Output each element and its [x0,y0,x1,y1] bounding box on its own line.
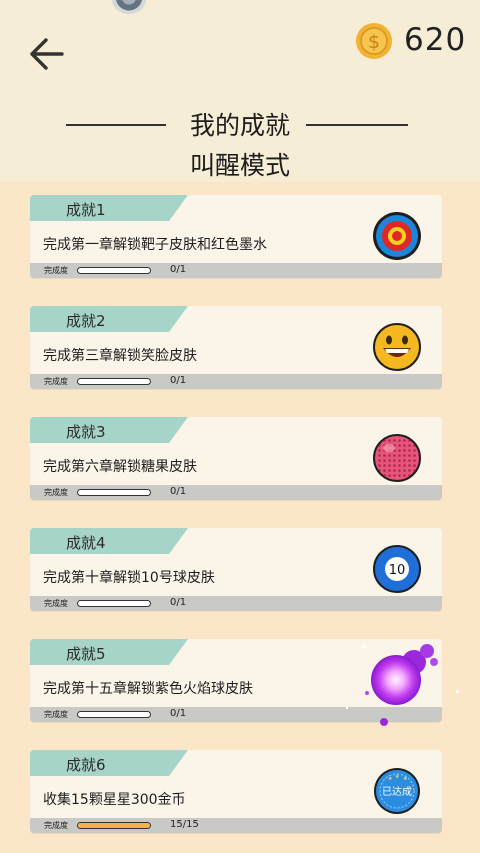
purple-fire-ball-icon [346,644,459,726]
billiard-ball-icon: 10 [373,545,421,593]
progress-bar [77,489,151,496]
back-arrow-icon[interactable] [22,30,70,78]
achievement-name: 成就2 [66,312,106,330]
progress-value: 0/1 [170,597,187,608]
progress-label: 完成度 [44,821,68,830]
progress-value: 0/1 [170,375,187,386]
progress-label: 完成度 [44,710,68,719]
progress-value: 15/15 [170,819,199,830]
progress-value: 0/1 [170,264,187,275]
achievement-name: 成就3 [66,423,106,441]
achievement-name: 成就1 [66,201,106,219]
achievement-tab: 成就4 [30,528,188,554]
progress-label: 完成度 [44,488,68,497]
progress-bar [77,711,151,718]
achievement-description: 完成第一章解锁靶子皮肤和红色墨水 [43,237,267,253]
achievement-name: 成就5 [66,645,106,663]
achievement-card: 成就3 完成第六章解锁糖果皮肤 完成度 0/1 [30,417,442,500]
target-icon [373,212,421,260]
progress-label: 完成度 [44,266,68,275]
achievement-description: 完成第三章解锁笑脸皮肤 [43,348,197,364]
achievement-tab: 成就2 [30,306,188,332]
achievement-progress-row: 完成度 0/1 [30,374,442,389]
progress-value: 0/1 [170,708,187,719]
progress-label: 完成度 [44,377,68,386]
title-divider-right [306,124,408,126]
achievement-progress-row: 完成度 0/1 [30,596,442,611]
achievement-card: 成就2 完成第三章解锁笑脸皮肤 完成度 0/1 [30,306,442,389]
achievement-progress-row: 完成度 0/1 [30,485,442,500]
achievement-tab: 成就1 [30,195,188,221]
achievement-description: 收集15颗星星300金币 [43,792,186,808]
progress-fill [78,823,150,828]
mode-subtitle: 叫醒模式 [189,151,290,180]
progress-label: 完成度 [44,599,68,608]
stamp-text: 已达成 [382,786,412,798]
achievement-description: 完成第六章解锁糖果皮肤 [43,459,197,475]
achieved-stamp-icon: 已达成 ★ ★ ★ [374,768,420,814]
coin-count: 620 [404,22,467,58]
achievement-name: 成就6 [66,756,106,774]
candy-ball-icon [373,434,421,482]
achievement-tab: 成就6 [30,750,188,776]
progress-bar [77,822,151,829]
achievement-list[interactable]: 成就1 完成第一章解锁靶子皮肤和红色墨水 完成度 0/1 成就2 完成第三章解锁… [0,182,480,853]
coin-icon: $ [356,23,392,59]
achievement-description: 完成第十章解锁10号球皮肤 [43,570,215,586]
achievement-name: 成就4 [66,534,106,552]
achievement-description: 完成第十五章解锁紫色火焰球皮肤 [43,681,253,697]
progress-bar [77,267,151,274]
ball-number: 10 [389,563,406,578]
progress-bar [77,378,151,385]
top-icon [112,0,146,14]
achievement-progress-row: 完成度 15/15 [30,818,442,833]
smiley-icon [373,323,421,371]
svg-text:★: ★ [388,776,393,782]
progress-bar [77,600,151,607]
svg-text:$: $ [368,31,380,53]
achievement-tab: 成就3 [30,417,188,443]
achievement-card: 成就6 收集15颗星星300金币 完成度 15/15 已达成 ★ ★ ★ [30,750,442,833]
svg-text:★: ★ [403,776,408,782]
svg-text:★: ★ [395,774,400,780]
achievement-card: 成就4 完成第十章解锁10号球皮肤 完成度 0/1 10 [30,528,442,611]
achievement-progress-row: 完成度 0/1 [30,263,442,278]
page-title: 我的成就 [189,111,290,140]
achievement-tab: 成就5 [30,639,188,665]
achievement-card: 成就1 完成第一章解锁靶子皮肤和红色墨水 完成度 0/1 [30,195,442,278]
header: $ 620 我的成就 叫醒模式 [0,0,480,182]
progress-value: 0/1 [170,486,187,497]
